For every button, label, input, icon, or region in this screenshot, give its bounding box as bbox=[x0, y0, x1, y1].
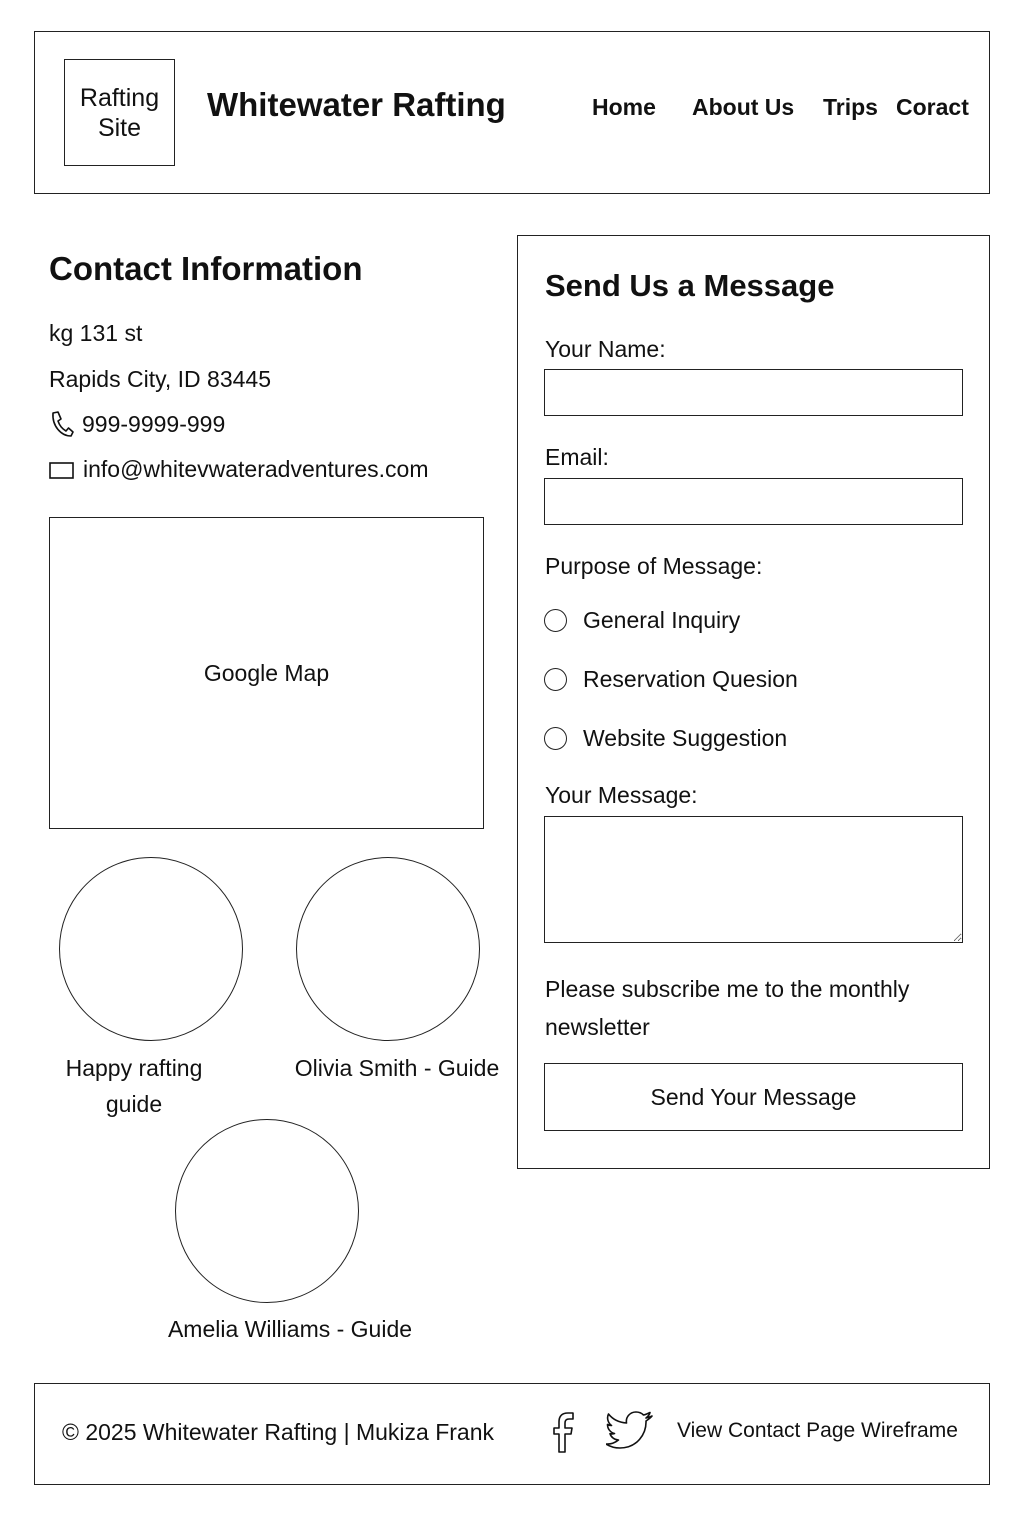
purpose-label: Purpose of Message: bbox=[545, 553, 763, 579]
guide-avatar-2 bbox=[296, 857, 480, 1041]
site-logo[interactable]: Rafting Site bbox=[64, 59, 175, 166]
contact-heading: Contact Information bbox=[49, 250, 363, 287]
nav-contact[interactable]: Coract bbox=[896, 94, 969, 121]
envelope-icon bbox=[49, 461, 74, 479]
radio-button[interactable] bbox=[544, 609, 567, 632]
map-label: Google Map bbox=[203, 659, 330, 686]
guide-name-2: Olivia Smith - Guide bbox=[294, 1055, 500, 1081]
message-label: Your Message: bbox=[545, 782, 698, 808]
guide-avatar-1 bbox=[59, 857, 243, 1041]
footer-copyright: © 2025 Whitewater Rafting | Mukiza Frank bbox=[62, 1419, 494, 1445]
google-map[interactable]: Google Map bbox=[49, 517, 484, 829]
phone-number[interactable]: 999-9999-999 bbox=[82, 411, 225, 438]
facebook-icon[interactable] bbox=[549, 1410, 577, 1454]
radio-button[interactable] bbox=[544, 727, 567, 750]
logo-line-1: Rafting bbox=[79, 83, 160, 112]
email-address[interactable]: info@whitevwateradventures.com bbox=[83, 456, 429, 483]
name-label: Your Name: bbox=[545, 336, 666, 362]
nav-trips[interactable]: Trips bbox=[823, 94, 878, 121]
phone-icon bbox=[52, 411, 74, 437]
message-textarea[interactable] bbox=[544, 816, 963, 943]
email-label: Email: bbox=[545, 444, 609, 470]
phone-row: 999-9999-999 bbox=[49, 410, 225, 438]
name-input[interactable] bbox=[544, 369, 963, 416]
guide-avatar-3 bbox=[175, 1119, 359, 1303]
nav-about-us[interactable]: About Us bbox=[692, 94, 794, 121]
logo-line-2: Site bbox=[97, 113, 142, 142]
radio-label: Website Suggestion bbox=[583, 725, 788, 751]
guide-name-1-line-2: guide bbox=[105, 1091, 163, 1117]
guide-name-1-line-1: Happy rafting bbox=[65, 1055, 203, 1081]
radio-button[interactable] bbox=[544, 668, 567, 691]
site-title: Whitewater Rafting bbox=[207, 86, 506, 123]
form-title: Send Us a Message bbox=[545, 268, 835, 303]
subscribe-text[interactable]: Please subscribe me to the monthly newsl… bbox=[545, 970, 955, 1046]
send-message-button[interactable]: Send Your Message bbox=[544, 1063, 963, 1131]
radio-label: General Inquiry bbox=[583, 607, 741, 633]
view-wireframe-link[interactable]: View Contact Page Wireframe bbox=[677, 1419, 958, 1443]
radio-reservation-question[interactable]: Reservation Quesion bbox=[544, 666, 798, 693]
radio-general-inquiry[interactable]: General Inquiry bbox=[544, 607, 740, 634]
radio-label: Reservation Quesion bbox=[583, 666, 798, 692]
address-line-1: kg 131 st bbox=[49, 320, 143, 346]
nav-home[interactable]: Home bbox=[592, 94, 656, 121]
email-input[interactable] bbox=[544, 478, 963, 525]
email-row: info@whitevwateradventures.com bbox=[49, 456, 429, 483]
twitter-icon[interactable] bbox=[606, 1410, 656, 1454]
guide-name-3: Amelia Williams - Guide bbox=[167, 1316, 413, 1342]
address-line-2: Rapids City, ID 83445 bbox=[49, 366, 272, 392]
guide-name-1: Happy rafting guide bbox=[34, 1050, 234, 1122]
radio-website-suggestion[interactable]: Website Suggestion bbox=[544, 725, 787, 752]
